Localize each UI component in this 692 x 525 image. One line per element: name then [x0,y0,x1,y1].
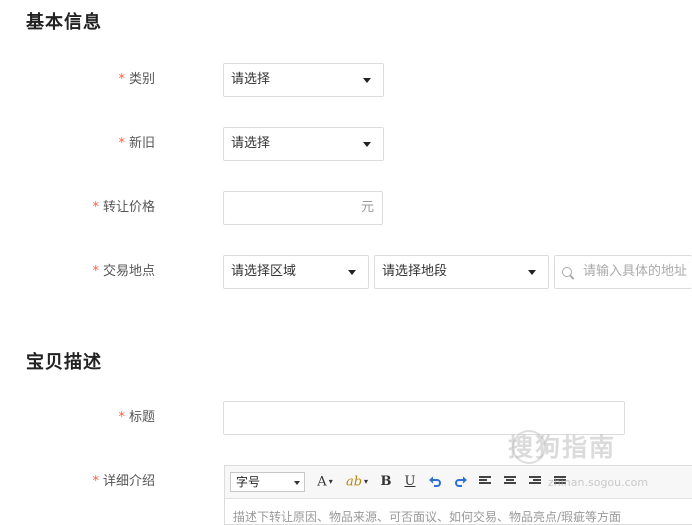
price-unit: 元 [360,200,374,215]
required-asterisk: * [118,136,125,151]
required-asterisk: * [118,72,125,87]
category-select[interactable]: 请选择 [223,63,384,97]
redo-icon [455,476,467,487]
rich-text-editor[interactable]: 字号 A ▾ ab ▾ B U 描述下转让原因、物品来源、可否面议、如何交易、物… [224,465,692,525]
condition-select-value: 请选择 [231,136,271,151]
price-label: * 转让价格 [25,200,155,216]
font-size-label: 字号 [236,475,261,489]
editor-placeholder: 描述下转让原因、物品来源、可否面议、如何交易、物品亮点/瑕疵等方面 [233,510,622,524]
caret-down-icon [528,270,536,275]
area-select-value: 请选择区域 [231,264,297,279]
watermark-url: zhinan.sogou.com [548,476,649,489]
location-label-text: 交易地点 [102,264,155,279]
search-icon [562,267,572,277]
bold-button[interactable]: B [379,472,393,492]
font-color-button[interactable]: A ▾ [313,472,337,492]
caret-down-icon [348,270,356,275]
required-asterisk: * [92,264,99,279]
underline-icon: U [404,474,416,489]
caret-down-icon [363,142,371,147]
segment-select[interactable]: 请选择地段 [374,255,549,289]
section-title-description: 宝贝描述 [26,352,102,373]
align-right-icon[interactable] [529,476,541,487]
section-title-basic-info: 基本信息 [26,12,102,33]
category-label: * 类别 [25,72,155,88]
highlight-icon: ab [345,474,363,490]
price-label-text: 转让价格 [102,200,155,215]
title-label-text: 标题 [128,410,155,425]
condition-label: * 新旧 [25,136,155,152]
condition-select[interactable]: 请选择 [223,127,384,161]
title-label: * 标题 [25,410,155,426]
caret-down-icon [363,78,371,83]
undo-icon [429,476,441,487]
caret-down-icon: ▾ [328,477,333,486]
area-select[interactable]: 请选择区域 [223,255,369,289]
detail-label: * 详细介绍 [25,474,155,490]
bold-icon: B [380,474,392,489]
highlight-button[interactable]: ab ▾ [343,472,371,492]
font-size-select[interactable]: 字号 [230,472,305,492]
caret-down-icon: ▾ [364,477,369,486]
address-input[interactable]: 请输入具体的地址 [554,255,692,289]
align-center-icon[interactable] [504,476,516,487]
undo-button[interactable] [427,472,443,492]
category-select-value: 请选择 [231,72,271,87]
location-label: * 交易地点 [25,264,155,280]
redo-button[interactable] [453,472,469,492]
required-asterisk: * [92,474,99,489]
caret-down-icon [294,481,300,485]
condition-label-text: 新旧 [128,136,155,151]
align-left-icon[interactable] [479,476,491,487]
price-input[interactable]: 元 [223,191,383,225]
required-asterisk: * [92,200,99,215]
watermark-brand: 搜狗指南 [508,433,617,462]
required-asterisk: * [118,410,125,425]
detail-label-text: 详细介绍 [102,474,155,489]
font-color-icon: A [317,474,327,490]
underline-button[interactable]: U [403,472,417,492]
category-label-text: 类别 [128,72,155,87]
segment-select-value: 请选择地段 [382,264,448,279]
address-placeholder: 请输入具体的地址 [583,264,688,279]
